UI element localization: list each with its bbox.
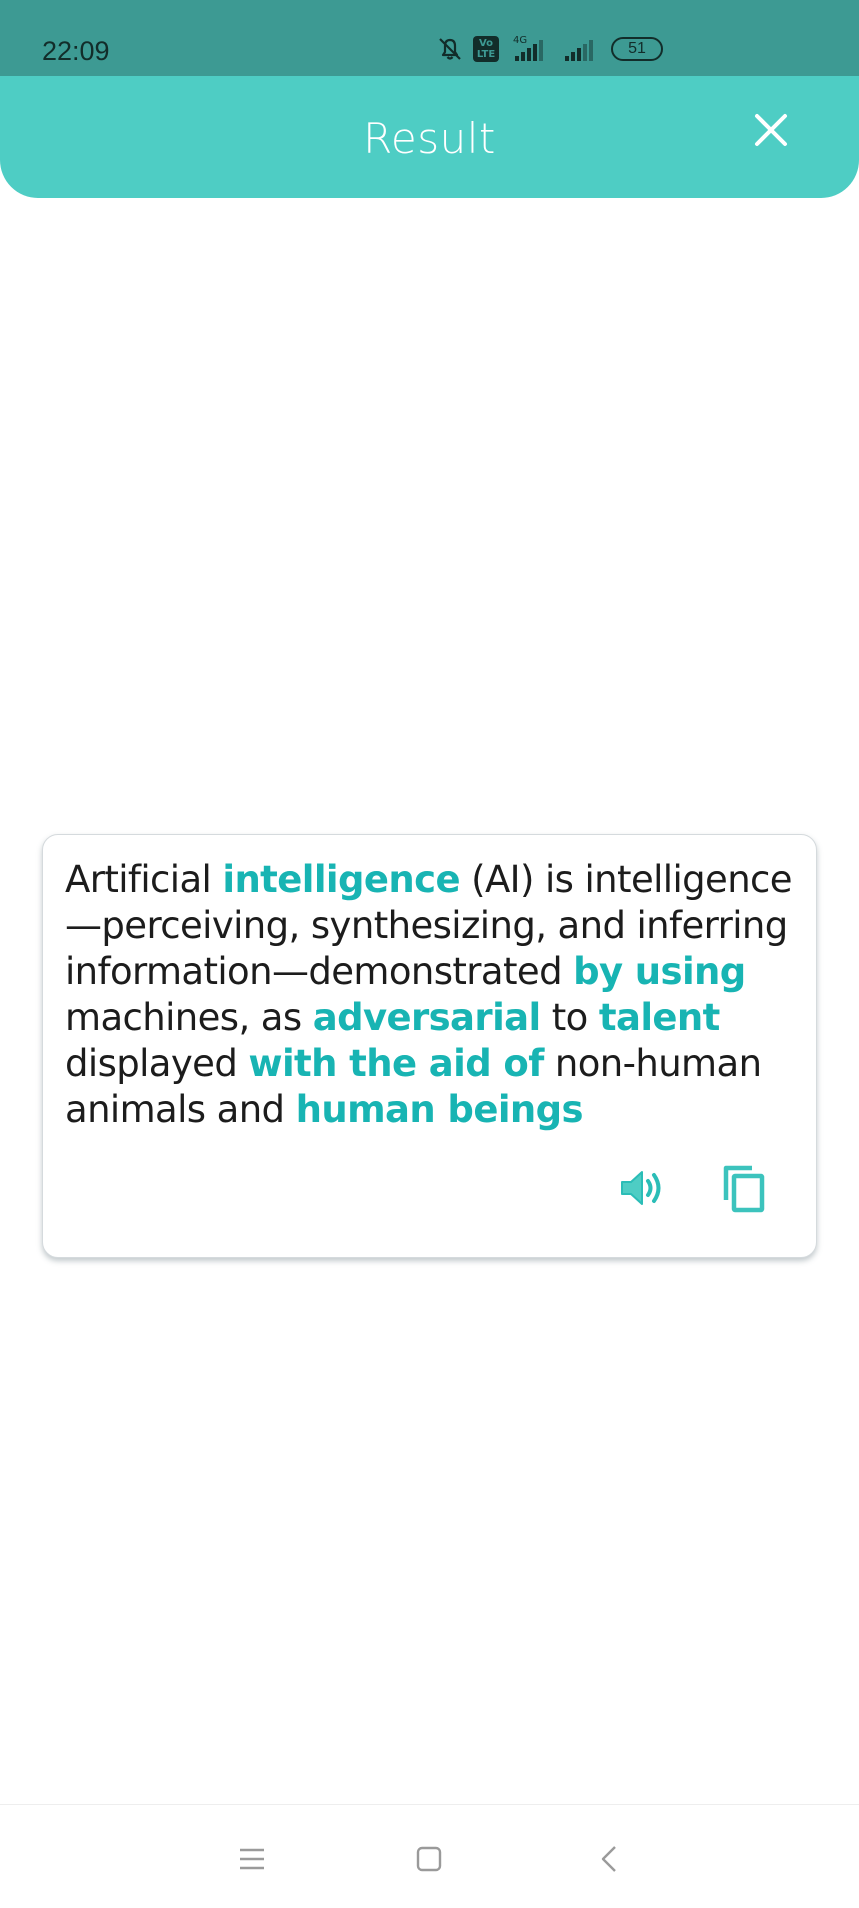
- battery-icon: 51: [611, 37, 663, 61]
- text-segment: displayed: [65, 1042, 249, 1085]
- signal-icon: [565, 40, 593, 61]
- copy-icon: [723, 1165, 765, 1213]
- menu-icon: [240, 1848, 264, 1870]
- highlighted-word: intelligence: [222, 858, 460, 901]
- navigation-bar: [0, 1804, 859, 1908]
- speak-button[interactable]: [614, 1160, 670, 1216]
- result-text: Artificial intelligence (AI) is intellig…: [65, 857, 800, 1133]
- signal-4g-icon: 4G: [513, 35, 543, 61]
- status-time: 22:09: [42, 36, 110, 66]
- highlighted-word: by using: [573, 950, 746, 993]
- text-segment: Artificial: [65, 858, 223, 901]
- highlighted-word: human beings: [295, 1088, 584, 1131]
- highlighted-word: adversarial: [312, 996, 541, 1039]
- back-button[interactable]: [592, 1841, 628, 1877]
- back-icon: [601, 1846, 616, 1872]
- home-icon: [416, 1846, 442, 1872]
- status-icons: Vo LTE 4G 51: [435, 34, 665, 64]
- close-button[interactable]: [750, 109, 792, 151]
- highlighted-word: talent: [598, 996, 720, 1039]
- svg-text:4G: 4G: [513, 35, 527, 46]
- highlighted-word: with the aid of: [248, 1042, 544, 1085]
- page-title: Result: [363, 114, 496, 163]
- battery-level: 51: [628, 40, 646, 57]
- bell-muted-icon: [439, 38, 461, 60]
- header: Result: [0, 76, 859, 198]
- text-segment: machines, as: [65, 996, 313, 1039]
- text-segment: to: [540, 996, 599, 1039]
- menu-button[interactable]: [234, 1841, 270, 1877]
- copy-button[interactable]: [717, 1160, 773, 1216]
- speaker-icon: [621, 1171, 661, 1205]
- volte-icon: Vo LTE: [473, 36, 499, 62]
- result-card: Artificial intelligence (AI) is intellig…: [42, 834, 817, 1258]
- status-bar: 22:09 Vo LTE 4G 51: [0, 0, 859, 76]
- close-icon: [755, 114, 787, 146]
- home-button[interactable]: [411, 1841, 447, 1877]
